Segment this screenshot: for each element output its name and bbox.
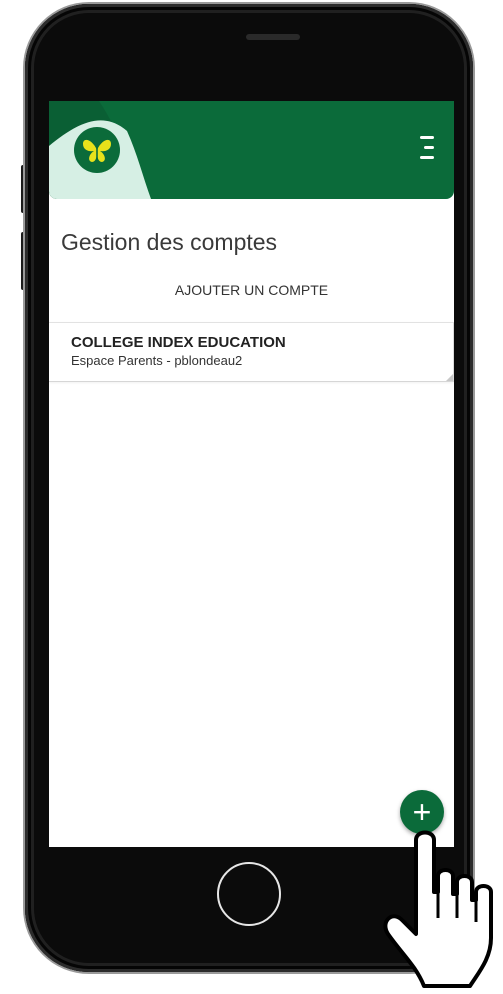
app-screen: Gestion des comptes AJOUTER UN COMPTE CO… xyxy=(49,101,454,847)
earpiece-speaker xyxy=(246,34,300,40)
app-header xyxy=(49,101,454,199)
account-card[interactable]: COLLEGE INDEX EDUCATION Espace Parents -… xyxy=(49,322,454,382)
page-title: Gestion des comptes xyxy=(61,229,278,255)
butterfly-logo-icon xyxy=(74,127,120,173)
device-mockup: Gestion des comptes AJOUTER UN COMPTE CO… xyxy=(0,0,503,994)
card-corner-mark xyxy=(446,374,453,381)
account-detail: Espace Parents - pblondeau2 xyxy=(71,353,243,368)
home-button[interactable] xyxy=(217,862,281,926)
add-account-link[interactable]: AJOUTER UN COMPTE xyxy=(49,282,454,298)
hamburger-menu-icon[interactable] xyxy=(416,134,438,162)
account-school-name: COLLEGE INDEX EDUCATION xyxy=(71,334,286,351)
pointing-hand-icon xyxy=(383,830,493,988)
